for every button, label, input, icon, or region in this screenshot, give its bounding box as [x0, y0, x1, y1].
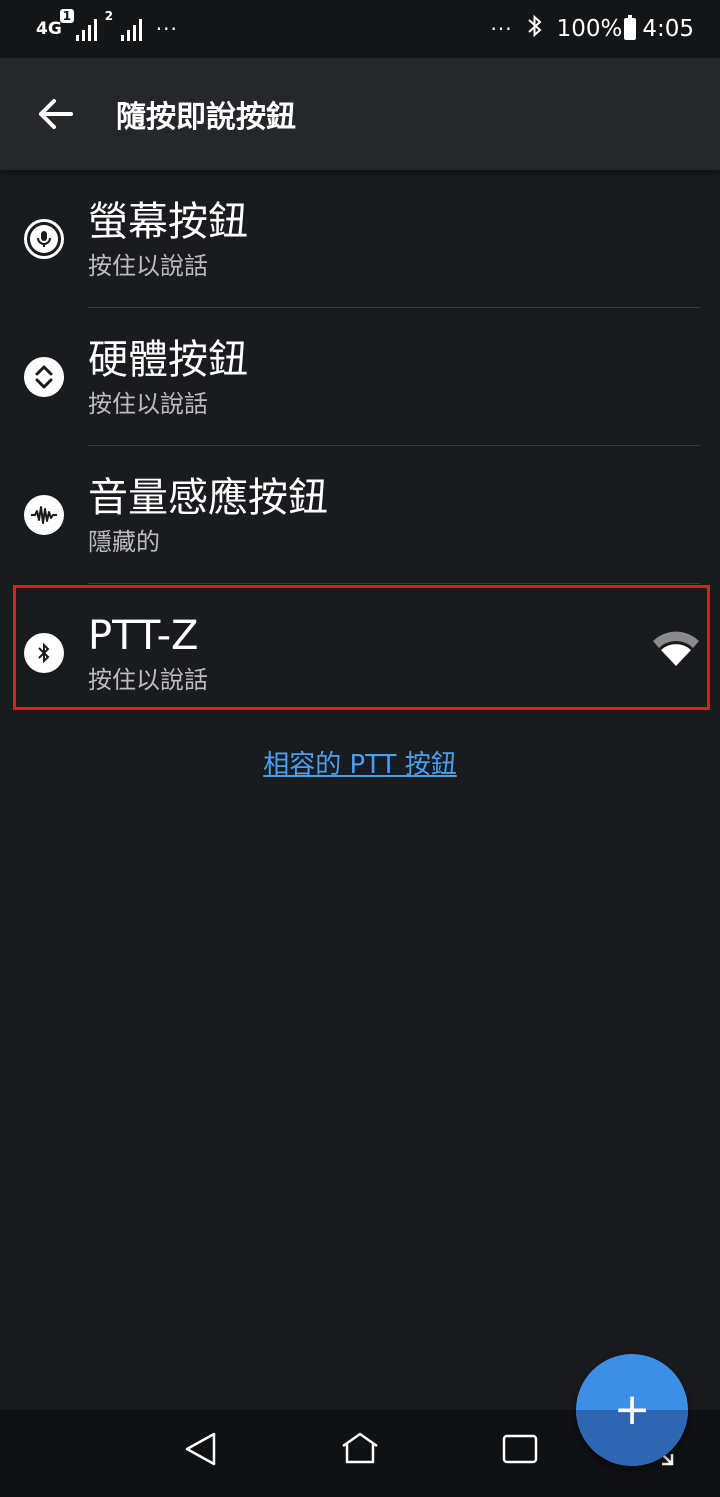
list-item-voice-activated-button[interactable]: 音量感應按鈕 隱藏的 — [0, 446, 720, 584]
list-item-screen-button[interactable]: 螢幕按鈕 按住以說話 — [0, 170, 720, 308]
status-right: ··· 100% 4:05 — [490, 14, 694, 44]
item-title: PTT-Z — [88, 613, 199, 659]
app-bar: 隨按即說按鈕 — [0, 58, 720, 170]
nav-recents-button[interactable] — [502, 1432, 538, 1470]
compatible-ptt-buttons-link[interactable]: 相容的 PTT 按鈕 — [0, 744, 720, 781]
battery-percent: 100% — [556, 16, 623, 42]
sim1-signal-icon: 1 — [59, 9, 97, 41]
battery-icon — [624, 15, 637, 40]
item-title: 螢幕按鈕 — [88, 199, 248, 245]
ptt-button-list: 螢幕按鈕 按住以說話 硬體按鈕 按住以說話 音量感應按鈕 隱藏的 PTT-Z 按… — [0, 170, 720, 722]
bluetooth-icon — [24, 633, 64, 673]
plus-icon: + — [613, 1384, 651, 1435]
status-more-right: ··· — [490, 17, 513, 41]
item-subtitle: 按住以說話 — [88, 666, 208, 694]
list-item-hardware-button[interactable]: 硬體按鈕 按住以說話 — [0, 308, 720, 446]
page-title: 隨按即說按鈕 — [116, 100, 296, 135]
wifi-signal-icon — [652, 630, 700, 670]
add-button[interactable]: + — [576, 1354, 688, 1466]
updown-chevron-icon — [24, 357, 64, 397]
status-more-left: ··· — [155, 17, 178, 41]
item-subtitle: 隱藏的 — [88, 528, 160, 556]
item-title: 音量感應按鈕 — [88, 475, 328, 521]
back-button[interactable] — [0, 58, 110, 170]
status-bar: 4G 1 2 ··· ··· 100% 4:05 — [0, 0, 720, 58]
bluetooth-status-icon — [527, 14, 543, 44]
triangle-back-icon — [185, 1432, 216, 1466]
item-title: 硬體按鈕 — [88, 337, 248, 383]
list-item-ptt-z[interactable]: PTT-Z 按住以說話 — [0, 584, 720, 722]
sim2-badge: 2 — [104, 9, 114, 23]
waveform-icon — [24, 495, 64, 535]
nav-home-button[interactable] — [341, 1432, 379, 1470]
home-icon — [342, 1432, 378, 1464]
mic-icon — [24, 219, 64, 259]
network-type: 4G — [36, 18, 62, 39]
arrow-left-icon — [39, 99, 73, 129]
clock: 4:05 — [642, 16, 694, 42]
status-left: 4G 1 2 ··· — [36, 9, 178, 41]
recents-icon — [502, 1434, 538, 1464]
item-subtitle: 按住以說話 — [88, 252, 208, 280]
item-subtitle: 按住以說話 — [88, 390, 208, 418]
sim2-signal-icon: 2 — [105, 9, 142, 41]
nav-back-button[interactable] — [184, 1432, 218, 1470]
sim1-badge: 1 — [59, 9, 75, 23]
